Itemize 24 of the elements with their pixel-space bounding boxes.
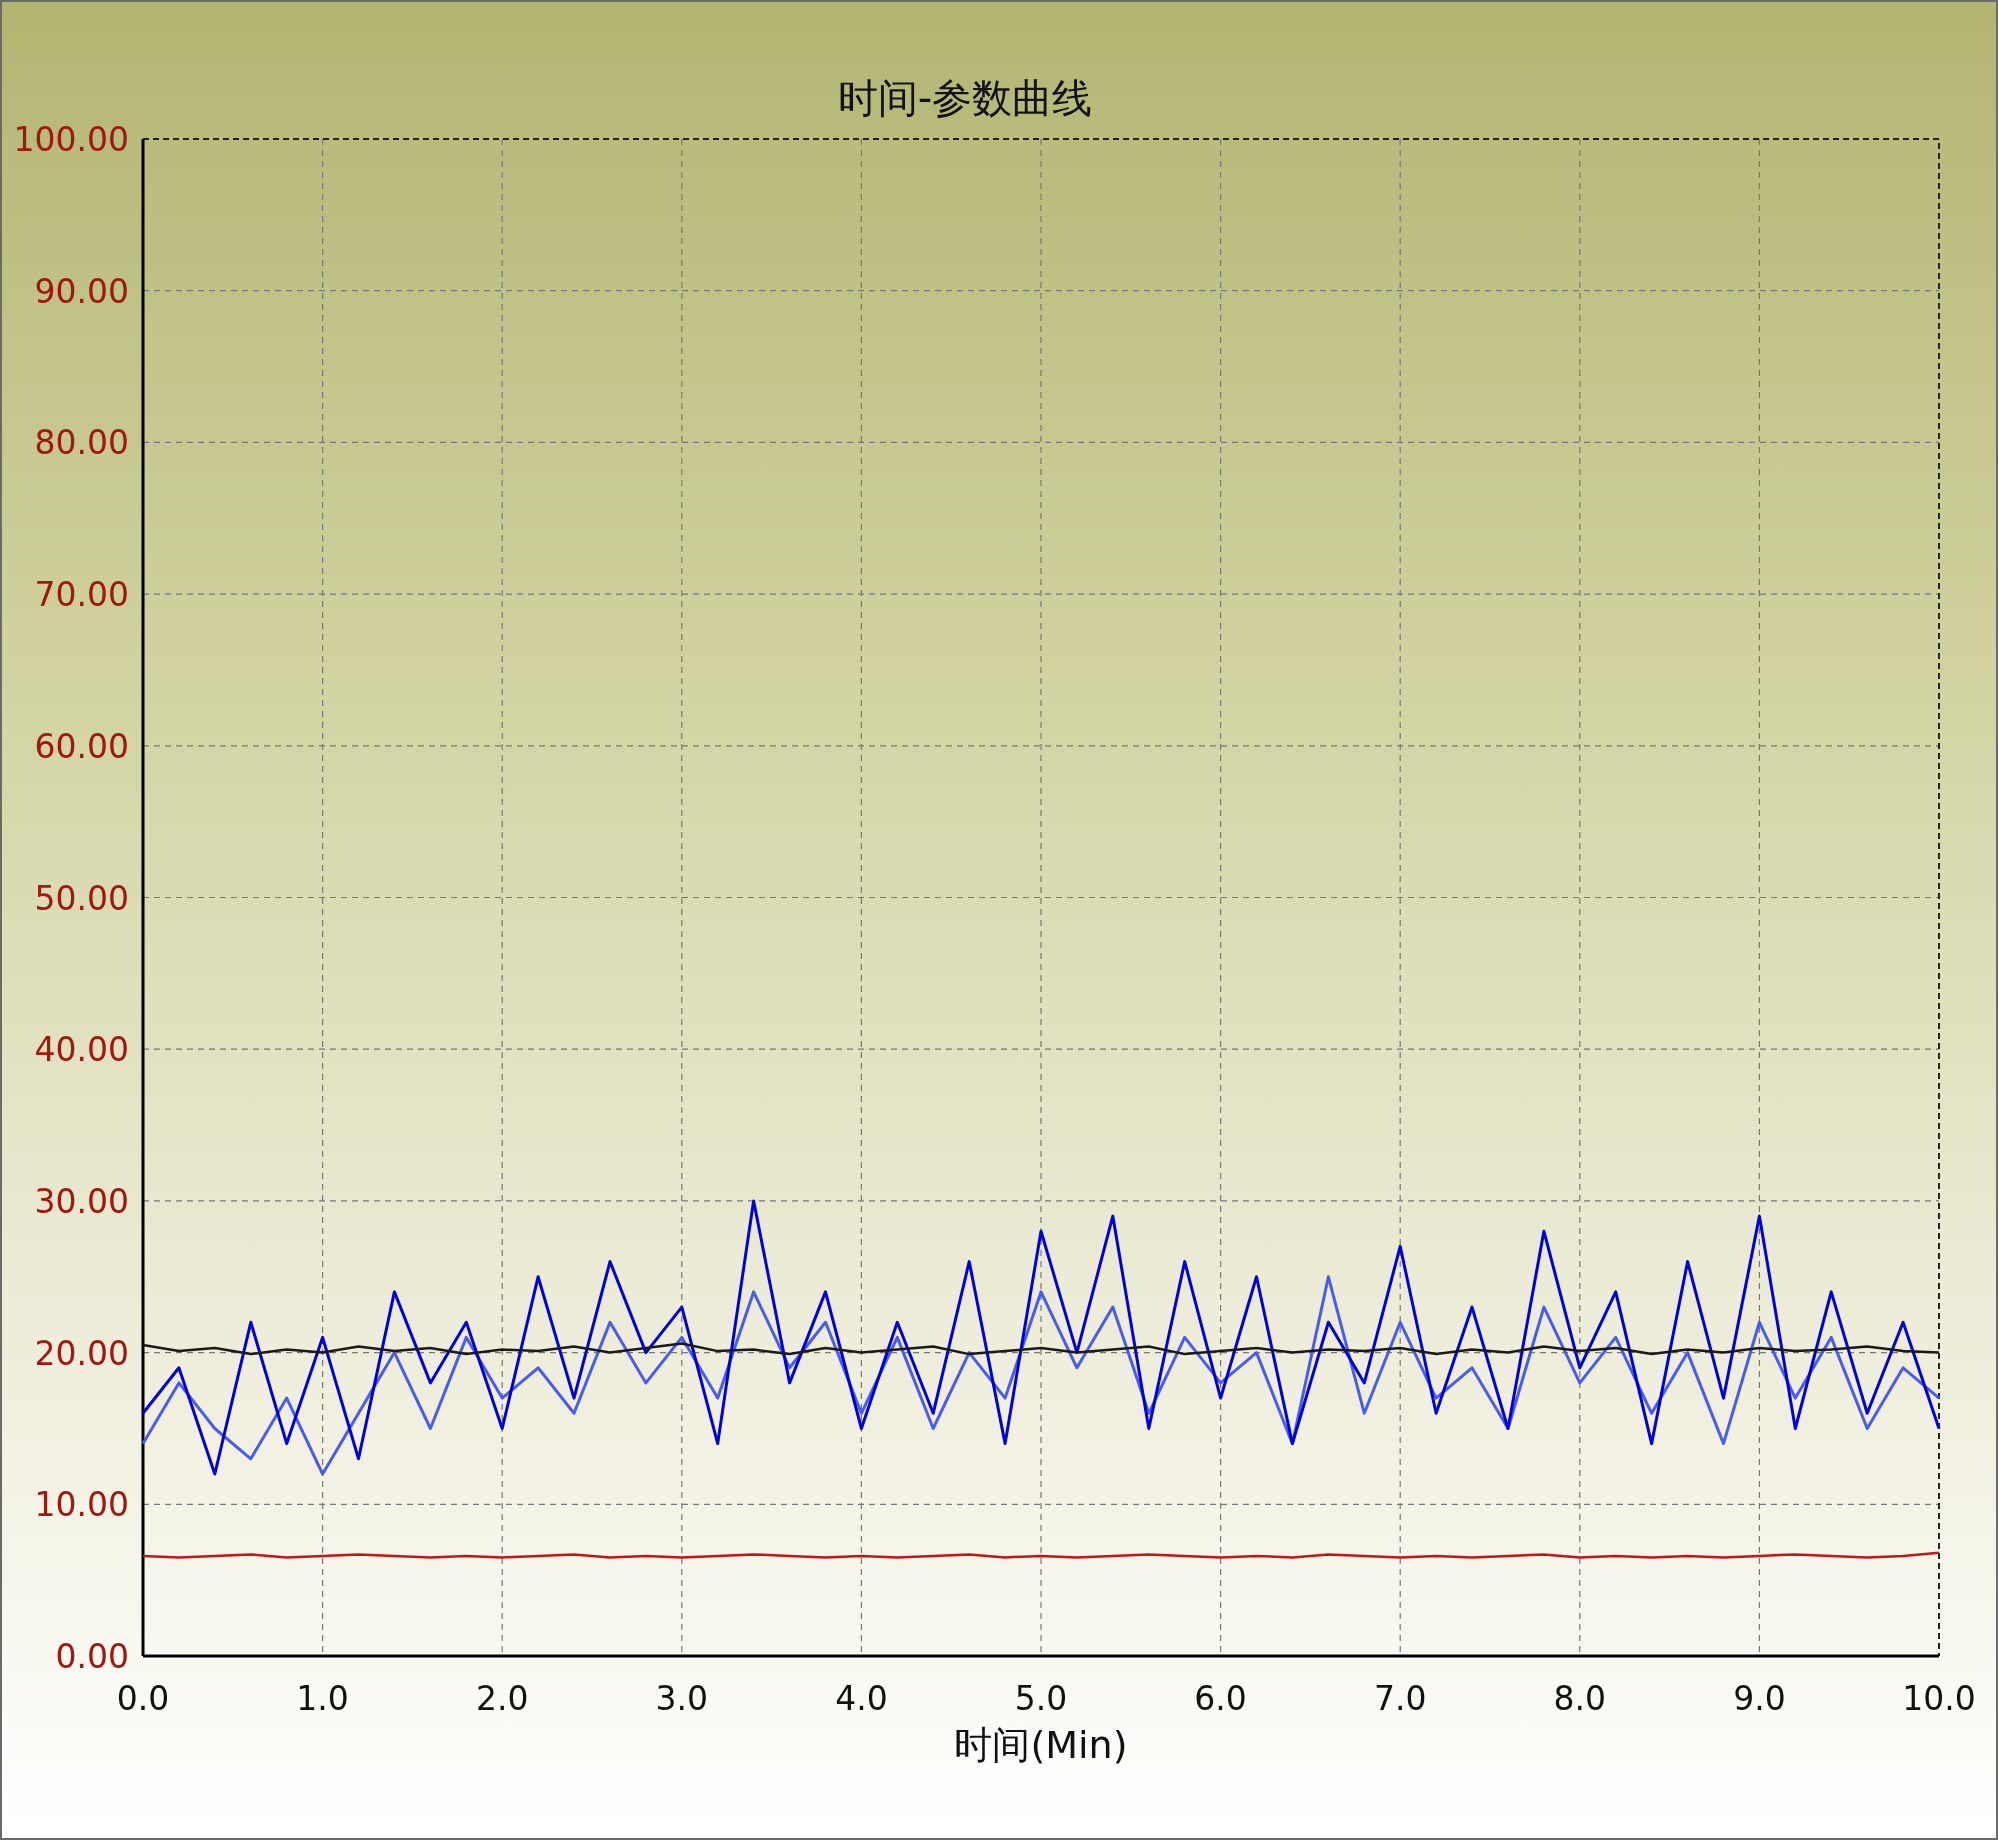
chart-title: 时间-参数曲线 [837,75,1093,121]
y-tick-label: 10.00 [34,1485,129,1525]
x-tick-label: 0.0 [116,1679,170,1718]
y-tick-label: 90.00 [34,271,129,311]
x-tick-label: 4.0 [835,1679,888,1718]
y-tick-label: 60.00 [34,726,129,766]
x-tick-label: 7.0 [1373,1679,1427,1718]
y-tick-label: 100.00 [13,120,129,159]
y-tick-label: 40.00 [34,1030,129,1070]
x-tick-label: 2.0 [475,1679,529,1718]
x-tick-label: 10.0 [1902,1679,1976,1718]
y-tick-label: 80.00 [34,423,129,463]
y-tick-label: 0.00 [55,1637,129,1676]
x-tick-label: 5.0 [1014,1679,1068,1718]
x-tick-label: 3.0 [655,1679,709,1718]
x-tick-label: 9.0 [1733,1679,1786,1718]
x-tick-label: 6.0 [1194,1679,1247,1718]
y-tick-label: 30.00 [34,1181,129,1221]
x-tick-label: 8.0 [1553,1679,1607,1718]
y-tick-label: 50.00 [34,878,129,918]
y-tick-label: 70.00 [34,575,129,615]
x-axis-label: 时间(Min) [954,1723,1128,1767]
x-tick-label: 1.0 [296,1679,349,1718]
y-tick-label: 20.00 [34,1333,129,1373]
